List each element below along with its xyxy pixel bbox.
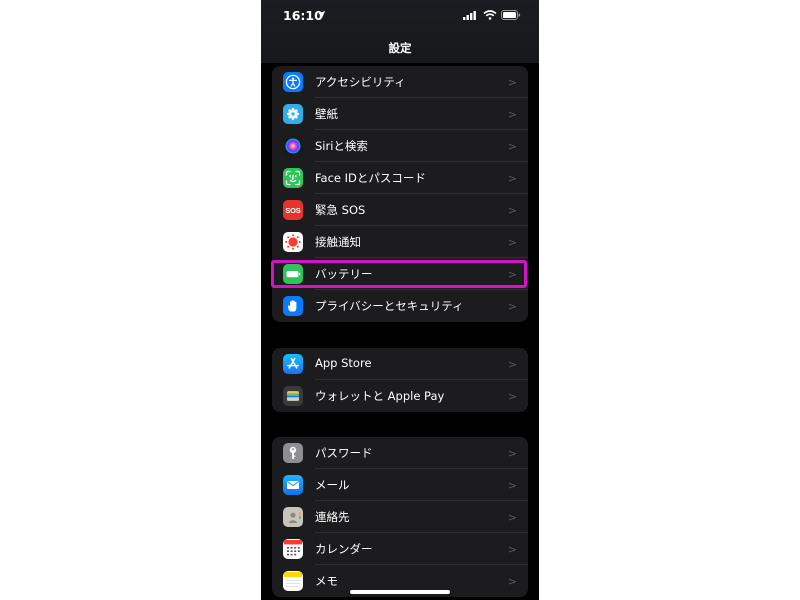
settings-row-label: パスワード [315,446,373,460]
wallpaper-icon [283,104,303,124]
settings-row-label: プライバシーとセキュリティ [315,299,464,313]
sos-icon-text: SOS [285,205,301,215]
navigation-bar: 16:10 設定 [261,0,539,63]
settings-row-label: カレンダー [315,542,373,556]
chevron-right-icon: > [507,447,517,460]
settings-row-passwords[interactable]: パスワード > [272,437,528,469]
battery-row-highlight [271,260,527,288]
settings-row-app-store[interactable]: App Store > [272,348,528,380]
battery-status-icon [501,10,521,20]
settings-row-label: メモ [315,574,338,588]
settings-row-calendar[interactable]: カレンダー > [272,533,528,565]
settings-row-label: Face IDとパスコード [315,171,426,185]
calendar-icon [283,539,303,559]
chevron-right-icon: > [507,236,517,249]
exposure-notification-icon [283,232,303,252]
accessibility-icon [283,72,303,92]
chevron-right-icon: > [507,511,517,524]
settings-row-wallet[interactable]: ウォレットと Apple Pay > [272,380,528,412]
settings-row-label: 緊急 SOS [315,203,366,217]
chevron-right-icon: > [507,575,517,588]
app-store-icon [283,354,303,374]
mail-icon [283,475,303,495]
chevron-right-icon: > [507,300,517,313]
chevron-right-icon: > [507,390,517,403]
privacy-hand-icon [283,296,303,316]
phone-screen: 16:10 設定 アクセシビリティ > 壁紙 > Siriと検索 > Face … [261,0,539,600]
sos-icon: SOS [283,200,303,220]
settings-group-3: パスワード > メール > 連絡先 > カレンダー > メモ > [272,437,528,597]
wallet-icon [283,386,303,406]
settings-row-mail[interactable]: メール > [272,469,528,501]
page-title: 設定 [388,41,412,55]
chevron-right-icon: > [507,108,517,121]
settings-row-face-id[interactable]: Face IDとパスコード > [272,162,528,194]
settings-row-label: ウォレットと Apple Pay [315,389,445,403]
chevron-right-icon: > [507,76,517,89]
chevron-right-icon: > [507,172,517,185]
settings-row-privacy[interactable]: プライバシーとセキュリティ > [272,290,528,322]
wifi-icon [483,10,497,20]
settings-row-siri[interactable]: Siriと検索 > [272,130,528,162]
settings-row-wallpaper[interactable]: 壁紙 > [272,98,528,130]
settings-row-exposure-notifications[interactable]: 接触通知 > [272,226,528,258]
notes-icon [283,571,303,591]
location-arrow-icon [317,10,326,19]
settings-group-2: App Store > ウォレットと Apple Pay > [272,348,528,412]
settings-row-label: アクセシビリティ [315,75,406,89]
face-id-icon [283,168,303,188]
settings-row-accessibility[interactable]: アクセシビリティ > [272,66,528,98]
settings-row-label: メール [315,478,350,492]
settings-row-label: 連絡先 [315,510,350,524]
settings-row-label: 壁紙 [315,107,338,121]
chevron-right-icon: > [507,358,517,371]
settings-row-label: 接触通知 [315,235,361,249]
key-icon [283,443,303,463]
settings-row-contacts[interactable]: 連絡先 > [272,501,528,533]
home-indicator[interactable] [350,590,450,594]
siri-icon [283,136,303,156]
cellular-signal-icon [463,11,476,20]
chevron-right-icon: > [507,204,517,217]
chevron-right-icon: > [507,543,517,556]
settings-row-label: Siriと検索 [315,139,368,153]
settings-row-label: App Store [315,356,372,370]
chevron-right-icon: > [507,479,517,492]
chevron-right-icon: > [507,140,517,153]
settings-row-emergency-sos[interactable]: SOS 緊急 SOS > [272,194,528,226]
contacts-icon [283,507,303,527]
